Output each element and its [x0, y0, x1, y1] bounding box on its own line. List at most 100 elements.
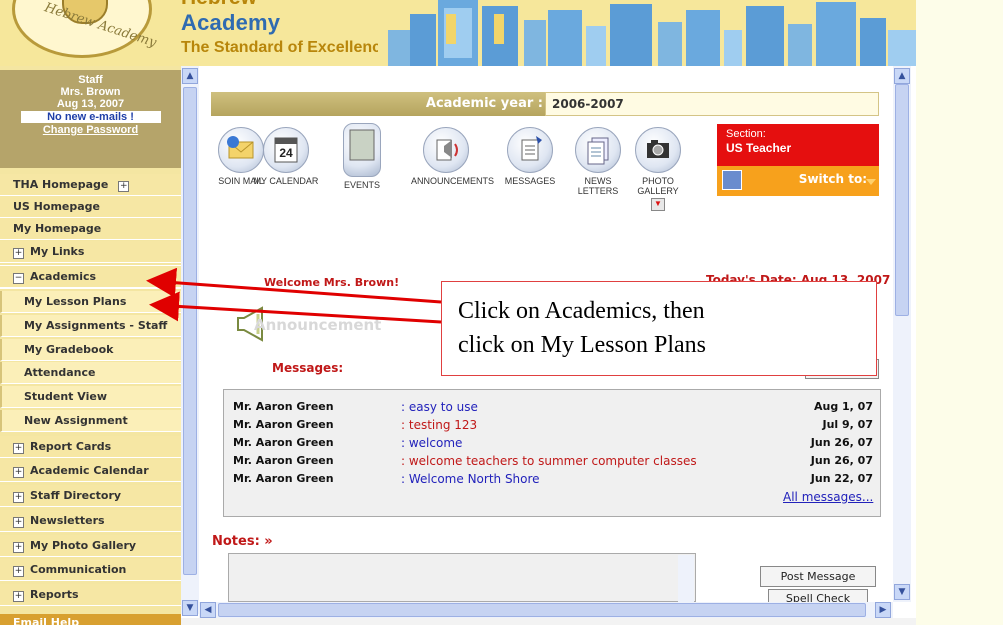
- main-horizontal-scrollbar-thumb[interactable]: [218, 603, 866, 617]
- message-row[interactable]: Mr. Aaron Green : testing 123 Jul 9, 07: [233, 418, 873, 435]
- message-row[interactable]: Mr. Aaron Green : welcome teachers to su…: [233, 454, 873, 471]
- notes-heading[interactable]: Notes: »: [212, 534, 273, 549]
- announcement-ticker: Announcement: [254, 316, 382, 334]
- staff-info-box: Staff Mrs. Brown Aug 13, 2007 No new e-m…: [0, 70, 181, 168]
- tool-label: PHOTO GALLERY: [637, 176, 679, 196]
- school-name: Hebrew: [181, 0, 257, 10]
- sidebar-item-newsletters[interactable]: + Newsletters: [0, 510, 181, 532]
- switch-to-label[interactable]: Switch to:: [795, 172, 867, 186]
- message-row[interactable]: Mr. Aaron Green : welcome Jun 26, 07: [233, 436, 873, 453]
- sidebar-item-label: Academic Calendar: [30, 464, 149, 477]
- message-date: Jul 9, 07: [822, 418, 874, 431]
- tool-label: MY CALENDAR: [253, 176, 319, 186]
- main-scroll-down-icon[interactable]: ▼: [894, 584, 910, 600]
- main-scroll-right-icon[interactable]: ▶: [875, 602, 891, 618]
- sidebar-item-my-photo-gallery[interactable]: + My Photo Gallery: [0, 535, 181, 557]
- camera-icon: [635, 127, 681, 173]
- expand-icon[interactable]: +: [13, 517, 24, 528]
- tool-label: MESSAGES: [504, 176, 556, 186]
- school-tagline: The Standard of Excellence: [181, 39, 390, 56]
- announcements-button[interactable]: ANNOUNCEMENTS: [411, 127, 495, 186]
- sidebar-item-label: My Assignments - Staff: [24, 319, 168, 332]
- switch-dropdown-icon[interactable]: [866, 179, 876, 185]
- checkmark-icon[interactable]: [722, 170, 742, 190]
- photo-gallery-button[interactable]: PHOTO GALLERY ▼: [623, 127, 693, 211]
- tool-label: ANNOUNCEMENTS: [411, 176, 495, 186]
- sidebar-item-label: New Assignment: [24, 414, 128, 427]
- sidebar-item-staff-directory[interactable]: + Staff Directory: [0, 485, 181, 507]
- sidebar-item-label: My Photo Gallery: [30, 539, 137, 552]
- sidebar-item-student-view[interactable]: Student View: [0, 386, 181, 408]
- expand-icon[interactable]: +: [118, 181, 130, 192]
- spell-check-button[interactable]: Spell Check: [768, 589, 868, 602]
- gallery-dropdown-icon[interactable]: ▼: [651, 198, 665, 211]
- message-row[interactable]: Mr. Aaron Green : Welcome North Shore Ju…: [233, 472, 873, 489]
- sidebar-item-academics[interactable]: − Academics: [0, 265, 182, 289]
- page-background-right: [916, 0, 1003, 625]
- sidebar-item-new-assignment[interactable]: New Assignment: [0, 410, 181, 432]
- sidebar-item-label: My Lesson Plans: [24, 295, 127, 308]
- sidebar-item-my-links[interactable]: + My Links: [0, 241, 181, 263]
- new-emails-link[interactable]: No new e-mails !: [20, 111, 161, 123]
- my-calendar-button[interactable]: 24 MY CALENDAR: [251, 127, 321, 186]
- message-date: Jun 26, 07: [810, 454, 873, 467]
- sidebar-item-us-homepage[interactable]: US Homepage: [0, 196, 181, 218]
- calendar-icon: 24: [263, 127, 309, 173]
- change-password-link[interactable]: Change Password: [0, 124, 181, 136]
- expand-icon[interactable]: +: [13, 248, 24, 259]
- user-name: Mrs. Brown: [60, 86, 121, 98]
- message-subject[interactable]: : Welcome North Shore: [401, 472, 540, 486]
- sidebar-item-my-lesson-plans[interactable]: My Lesson Plans: [0, 291, 181, 313]
- email-help-link[interactable]: Email Help: [0, 614, 181, 625]
- expand-icon[interactable]: +: [13, 467, 24, 478]
- main-scroll-left-icon[interactable]: ◀: [200, 602, 216, 618]
- sidebar-scroll-up-icon[interactable]: ▲: [182, 68, 198, 84]
- notes-scrollbar[interactable]: [678, 555, 694, 602]
- message-subject[interactable]: : welcome: [401, 436, 462, 450]
- message-subject[interactable]: : easy to use: [401, 400, 478, 414]
- school-academy-title: Academy: [181, 10, 281, 35]
- speaker-icon: [423, 127, 469, 173]
- sidebar-item-report-cards[interactable]: + Report Cards: [0, 436, 181, 458]
- expand-icon[interactable]: +: [13, 542, 24, 553]
- post-message-button[interactable]: Post Message: [760, 566, 876, 587]
- message-date: Jun 26, 07: [810, 436, 873, 449]
- messages-button[interactable]: MESSAGES: [495, 127, 565, 186]
- sidebar-item-tha-homepage[interactable]: THA Homepage +: [0, 174, 181, 196]
- events-button[interactable]: EVENTS: [327, 123, 397, 190]
- notes-textarea[interactable]: [228, 553, 696, 602]
- expand-icon[interactable]: +: [13, 591, 24, 602]
- section-value: US Teacher: [726, 141, 792, 155]
- main-scroll-up-icon[interactable]: ▲: [894, 68, 910, 84]
- sidebar-item-label: Academics: [30, 270, 97, 283]
- tool-label: EVENTS: [343, 180, 380, 190]
- sidebar-item-communication[interactable]: + Communication: [0, 559, 181, 581]
- sidebar-item-academic-calendar[interactable]: + Academic Calendar: [0, 460, 181, 482]
- messages-heading: Messages:: [272, 361, 344, 375]
- sidebar-item-my-homepage[interactable]: My Homepage: [0, 218, 181, 240]
- expand-icon[interactable]: +: [13, 492, 24, 503]
- sidebar-item-label: Staff Directory: [30, 489, 122, 502]
- sidebar-item-my-gradebook[interactable]: My Gradebook: [0, 339, 181, 361]
- expand-icon[interactable]: +: [13, 443, 24, 454]
- main-vertical-scrollbar-thumb[interactable]: [895, 84, 909, 316]
- sidebar-item-label: THA Homepage: [13, 178, 109, 191]
- sidebar-item-my-assignments-staff[interactable]: My Assignments - Staff: [0, 315, 181, 337]
- sidebar-scrollbar-thumb[interactable]: [183, 87, 197, 575]
- pda-icon: [343, 123, 381, 177]
- sidebar-item-reports[interactable]: + Reports: [0, 584, 181, 606]
- message-subject[interactable]: : welcome teachers to summer computer cl…: [401, 454, 697, 468]
- all-messages-link[interactable]: All messages...: [783, 490, 873, 504]
- tool-label: NEWS LETTERS: [577, 176, 619, 196]
- message-row[interactable]: Mr. Aaron Green : easy to use Aug 1, 07: [233, 400, 873, 417]
- collapse-icon[interactable]: −: [13, 273, 24, 284]
- expand-icon[interactable]: +: [13, 566, 24, 577]
- sidebar-scroll-down-icon[interactable]: ▼: [182, 600, 198, 616]
- academic-year-label: Academic year :: [425, 96, 543, 111]
- skyline-banner-image: [378, 0, 916, 66]
- sidebar-item-label: Communication: [30, 563, 127, 576]
- message-subject[interactable]: : testing 123: [401, 418, 477, 432]
- sidebar-item-attendance[interactable]: Attendance: [0, 362, 181, 384]
- sidebar-item-label: Student View: [24, 390, 107, 403]
- sidebar-item-label: Attendance: [24, 366, 96, 379]
